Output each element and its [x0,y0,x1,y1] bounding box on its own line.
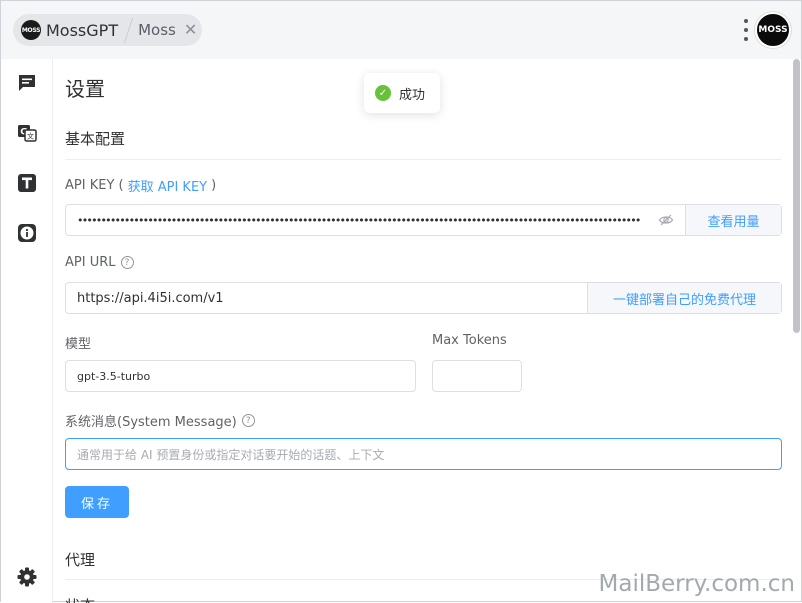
close-icon[interactable]: ✕ [184,22,197,38]
eye-off-icon[interactable] [658,212,674,228]
section-proxy-title: 代理 [65,551,96,569]
info-icon[interactable] [17,223,37,243]
chat-icon[interactable] [17,73,37,93]
toast-message: 成功 [399,87,426,103]
divider [65,159,781,160]
tab-mossgpt[interactable]: MOSS MossGPT [13,14,118,46]
app-title: MossGPT [46,20,119,40]
help-icon[interactable]: ? [120,256,134,269]
api-key-field: ••••••••••••••••••••••••••••••••••••••••… [65,204,782,236]
save-button[interactable]: 保存 [65,486,129,518]
view-usage-button[interactable]: 查看用量 [685,205,781,235]
model-label: 模型 [65,337,92,352]
check-circle-icon: ✓ [375,85,391,101]
title-bar: MOSS MossGPT Moss ✕ MOSS [1,1,801,59]
page-title: 设置 [65,77,105,101]
system-message-label: 系统消息(System Message) ? [65,411,255,430]
breadcrumb-separator [124,14,134,46]
api-key-input[interactable]: ••••••••••••••••••••••••••••••••••••••••… [66,205,685,235]
section-basic-title: 基本配置 [65,130,126,148]
watermark: MailBerry.com.cn [598,571,795,597]
sidebar: G 文 [1,59,53,603]
get-api-key-link[interactable]: 获取 API KEY [128,176,208,195]
api-url-input[interactable]: https://api.4i5i.com/v1 [66,283,587,313]
scrollbar[interactable] [793,59,800,333]
settings-panel: 设置 基本配置 API KEY ( 获取 API KEY ) •••••••••… [53,59,795,603]
success-toast: ✓ 成功 [364,73,440,113]
max-tokens-input[interactable] [432,360,522,392]
system-message-input[interactable]: 通常用于给 AI 预置身份或指定对话要开始的话题、上下文 [65,438,782,470]
tab-moss[interactable]: Moss ✕ [138,21,197,39]
tab-strip: MOSS MossGPT Moss ✕ [13,14,202,46]
svg-text:文: 文 [27,132,34,141]
help-icon[interactable]: ? [241,414,255,427]
deploy-proxy-button[interactable]: 一键部署自己的免费代理 [587,283,781,313]
api-url-label: API URL ? [65,255,134,270]
api-url-field: https://api.4i5i.com/v1 一键部署自己的免费代理 [65,282,782,314]
settings-icon[interactable] [17,567,37,587]
api-key-label: API KEY ( 获取 API KEY ) [65,176,217,195]
max-tokens-label: Max Tokens [432,333,507,348]
avatar[interactable]: MOSS [755,12,791,48]
translate-icon[interactable]: G 文 [17,123,37,143]
text-icon[interactable] [17,173,37,193]
more-vertical-icon[interactable] [741,17,751,43]
model-select[interactable]: gpt-3.5-turbo [65,360,416,392]
moss-logo-icon: MOSS [21,20,41,40]
tab-moss-label: Moss [138,21,176,39]
